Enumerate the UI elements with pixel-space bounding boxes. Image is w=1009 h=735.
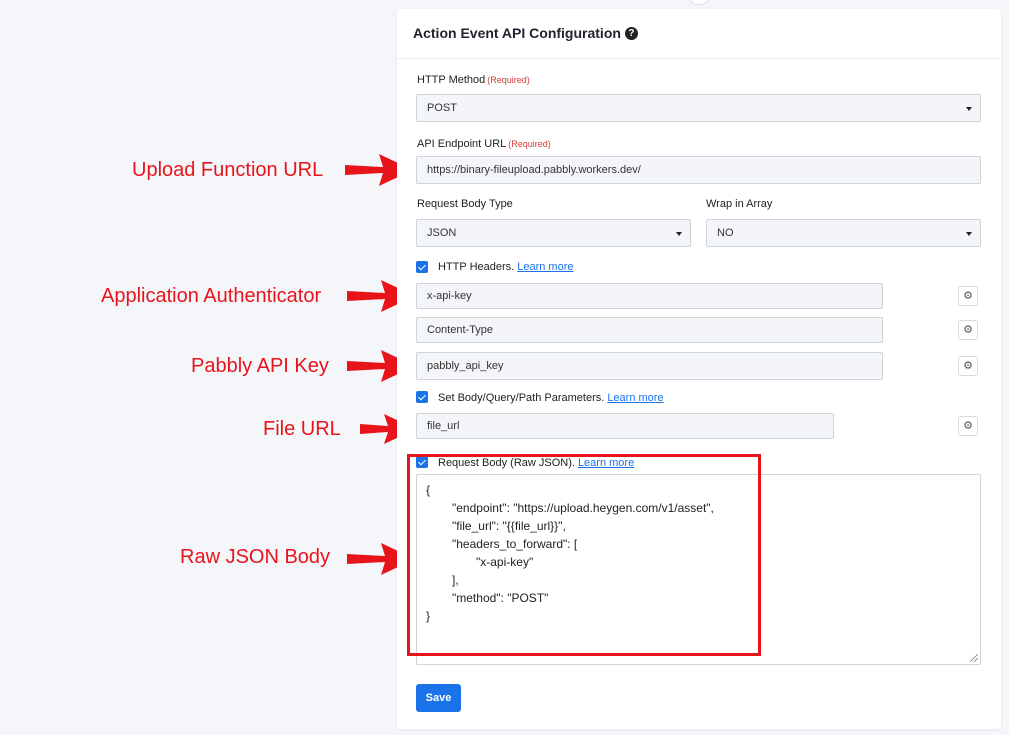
api-endpoint-input[interactable]: https://binary-fileupload.pabbly.workers… [416,156,981,184]
params-checkbox[interactable] [416,391,428,403]
gear-icon[interactable]: ⚙ [958,320,978,340]
param-row-input[interactable]: file_url [416,413,834,439]
wrap-in-array-label: Wrap in Array [706,198,773,210]
collapse-knob [688,0,710,5]
http-headers-checkbox[interactable] [416,261,428,273]
question-circle-icon[interactable]: ? [624,26,638,40]
annotation-upload-function-url: Upload Function URL [132,159,324,181]
annotation-application-authenticator: Application Authenticator [101,285,322,307]
panel-header: Action Event API Configuration ? [397,9,1001,59]
annotation-raw-json-body: Raw JSON Body [180,546,331,568]
gear-icon[interactable]: ⚙ [958,286,978,306]
request-body-type-label: Request Body Type [417,198,513,210]
api-endpoint-label: API Endpoint URL (Required) [417,138,551,150]
http-headers-label: HTTP Headers. Learn more [438,261,574,273]
annotation-file-url: File URL [263,418,341,440]
http-headers-learn-more-link[interactable]: Learn more [517,261,573,273]
wrap-in-array-select[interactable]: NO [706,219,981,247]
params-learn-more-link[interactable]: Learn more [607,392,663,404]
params-label: Set Body/Query/Path Parameters. Learn mor… [438,392,664,404]
panel-title: Action Event API Configuration ? [413,25,638,41]
panel-title-text: Action Event API Configuration [413,25,621,41]
http-method-label: HTTP Method (Required) [417,74,530,86]
header-row-input[interactable]: x-api-key [416,283,883,309]
caret-down-icon [966,232,972,236]
save-button[interactable]: Save [416,684,461,712]
highlight-box [407,454,761,656]
http-method-select[interactable]: POST [416,94,981,122]
annotation-pabbly-api-key: Pabbly API Key [191,355,329,377]
header-row-input[interactable]: Content-Type [416,317,883,343]
request-body-type-select[interactable]: JSON [416,219,691,247]
gear-icon[interactable]: ⚙ [958,416,978,436]
gear-icon[interactable]: ⚙ [958,356,978,376]
caret-down-icon [676,232,682,236]
header-row-input[interactable]: pabbly_api_key [416,352,883,380]
resize-handle-icon[interactable] [970,654,978,662]
caret-down-icon [966,107,972,111]
